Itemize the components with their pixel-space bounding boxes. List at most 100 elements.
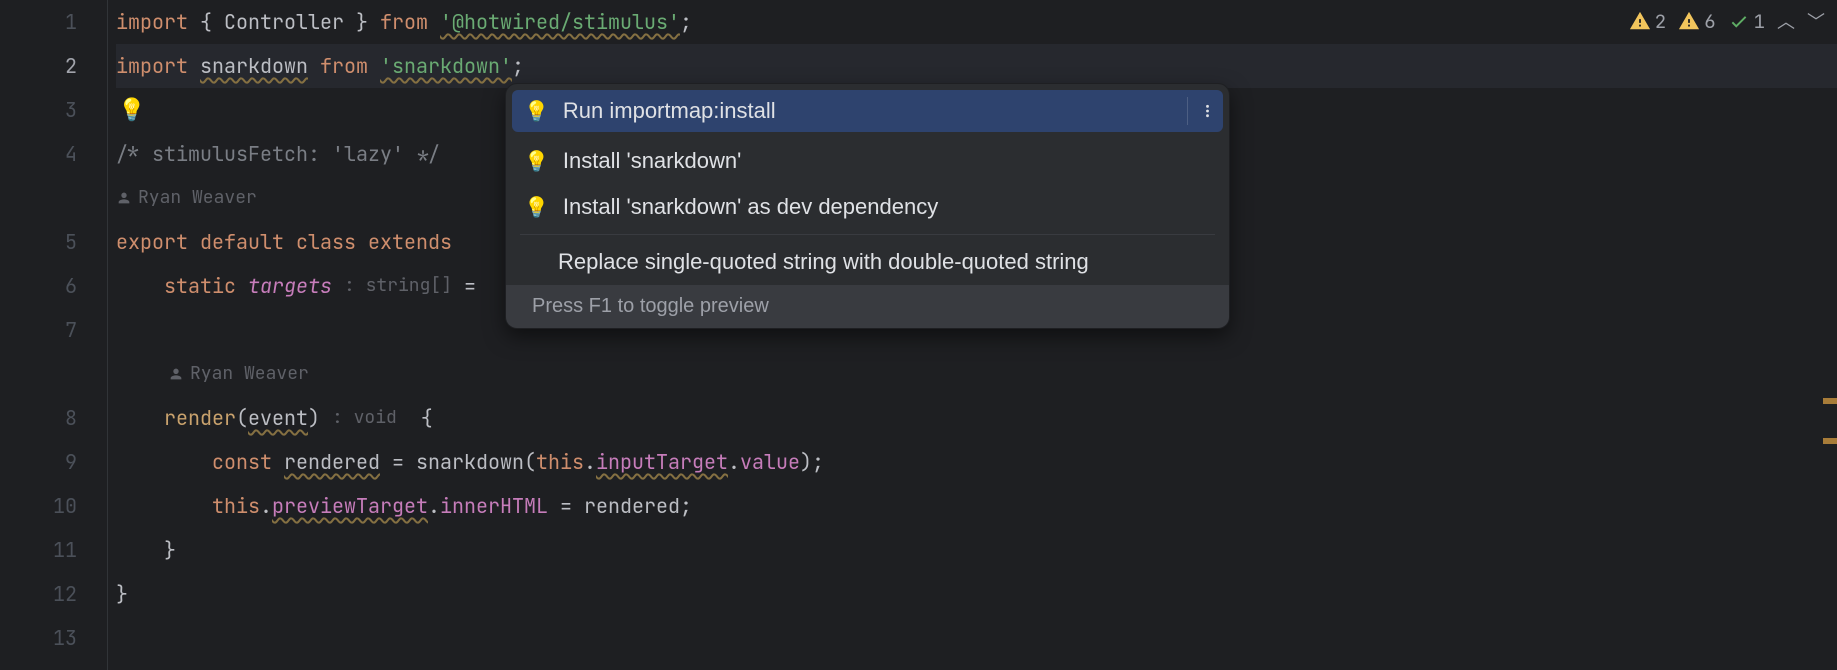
keyword: this (536, 440, 584, 484)
intention-item[interactable]: Replace single-quoted string with double… (506, 239, 1229, 285)
warning-triangle-icon (1629, 10, 1651, 32)
keyword: from (380, 0, 428, 44)
intention-item[interactable]: 💡 Install 'snarkdown' (506, 138, 1229, 184)
checkmark-icon (1728, 10, 1750, 32)
lightbulb-icon: 💡 (524, 149, 549, 174)
paren: ( (524, 440, 536, 484)
semicolon: ; (512, 44, 524, 88)
intention-label: Run importmap:install (563, 98, 776, 124)
inlay-hint: : void (332, 396, 397, 440)
paren: ) (800, 440, 812, 484)
line-number: 5 (0, 220, 77, 264)
line-number: 10 (0, 484, 77, 528)
code-line-active[interactable]: import snarkdown from 'snarkdown'; (116, 44, 1837, 88)
paren: ) (308, 396, 320, 440)
property: value (740, 440, 800, 484)
dot: . (428, 484, 440, 528)
intention-label: Install 'snarkdown' (563, 148, 741, 174)
line-number: 6 (0, 264, 77, 308)
keyword: default (200, 220, 284, 264)
code-line[interactable]: } (116, 572, 1837, 616)
code-line[interactable]: this.previewTarget.innerHTML = rendered; (116, 484, 1837, 528)
kebab-icon (1200, 103, 1215, 119)
keyword: import (116, 44, 188, 88)
lightbulb-icon: 💡 (524, 195, 549, 220)
code-line[interactable]: render(event) : void { (116, 396, 1837, 440)
property: innerHTML (440, 484, 548, 528)
identifier: rendered (584, 484, 680, 528)
comment: /* stimulusFetch: 'lazy' */ (116, 132, 440, 176)
line-number: 11 (0, 528, 77, 572)
code-line[interactable]: const rendered = snarkdown(this.inputTar… (116, 440, 1837, 484)
person-icon (168, 366, 184, 382)
intention-popup: 💡 Run importmap:install 💡 Install 'snark… (505, 83, 1230, 329)
semicolon: ; (680, 484, 692, 528)
operator: = (548, 484, 584, 528)
inspection-warnings[interactable]: 6 (1678, 9, 1715, 34)
inspection-ok[interactable]: 1 (1728, 9, 1765, 34)
inspection-count: 2 (1655, 9, 1666, 34)
inspection-count: 1 (1754, 9, 1765, 34)
brace: } (356, 0, 368, 44)
chevron-down-icon[interactable]: ﹀ (1807, 8, 1825, 34)
person-icon (116, 190, 132, 206)
brace: } (116, 572, 128, 616)
keyword: from (320, 44, 368, 88)
inspection-widget[interactable]: 2 6 1 ︿ ﹀ (1629, 8, 1825, 34)
more-options-icon[interactable] (1187, 97, 1215, 125)
line-number: 8 (0, 396, 77, 440)
keyword: export (116, 220, 188, 264)
intention-label: Replace single-quoted string with double… (558, 249, 1089, 275)
warning-triangle-icon (1678, 10, 1700, 32)
dot: . (260, 484, 272, 528)
paren: ( (236, 396, 248, 440)
semicolon: ; (812, 440, 824, 484)
brace: } (164, 528, 176, 572)
lightbulb-icon[interactable]: 💡 (118, 88, 145, 132)
field: inputTarget (596, 440, 728, 484)
keyword: const (212, 440, 272, 484)
inspection-errors[interactable]: 2 (1629, 9, 1666, 34)
separator (520, 234, 1215, 235)
brace: { (397, 396, 433, 440)
inlay-hint: : string[] (344, 264, 452, 308)
line-number-gutter: 1 2 3 4 5 6 7 8 9 10 11 12 13 (0, 0, 108, 670)
line-number: 4 (0, 132, 77, 176)
keyword: extends (368, 220, 452, 264)
code-line[interactable]: } (116, 528, 1837, 572)
line-number: 7 (0, 308, 77, 352)
keyword: class (296, 220, 356, 264)
string-literal: 'snarkdown' (380, 44, 512, 88)
operator: = (452, 264, 488, 308)
intention-label: Install 'snarkdown' as dev dependency (563, 194, 938, 220)
line-number (0, 176, 77, 220)
line-number: 13 (0, 616, 77, 660)
method-name: render (164, 396, 236, 440)
author-name: Ryan Weaver (190, 352, 309, 396)
line-number: 9 (0, 440, 77, 484)
popup-hint: Press F1 to toggle preview (532, 295, 769, 317)
error-stripe-marker[interactable] (1823, 398, 1837, 404)
chevron-up-icon[interactable]: ︿ (1777, 8, 1795, 34)
keyword: static (164, 264, 236, 308)
identifier: rendered (284, 440, 380, 484)
fn-call: snarkdown (416, 440, 524, 484)
param: event (248, 396, 308, 440)
intention-item[interactable]: 💡 Run importmap:install (512, 90, 1223, 132)
line-number: 12 (0, 572, 77, 616)
author-hint: Ryan Weaver (116, 352, 1837, 396)
field: targets (248, 264, 332, 308)
code-line[interactable] (116, 616, 1837, 660)
identifier: Controller (224, 0, 344, 44)
code-line[interactable]: import { Controller } from '@hotwired/st… (116, 0, 1837, 44)
intention-item[interactable]: 💡 Install 'snarkdown' as dev dependency (506, 184, 1229, 230)
line-number (0, 352, 77, 396)
string-literal: '@hotwired/stimulus' (440, 0, 680, 44)
line-number: 2 (0, 44, 77, 88)
field: previewTarget (272, 484, 428, 528)
dot: . (728, 440, 740, 484)
popup-footer: Press F1 to toggle preview (506, 285, 1229, 328)
inspection-count: 6 (1704, 9, 1715, 34)
lightbulb-icon: 💡 (524, 99, 549, 124)
error-stripe-marker[interactable] (1823, 438, 1837, 444)
